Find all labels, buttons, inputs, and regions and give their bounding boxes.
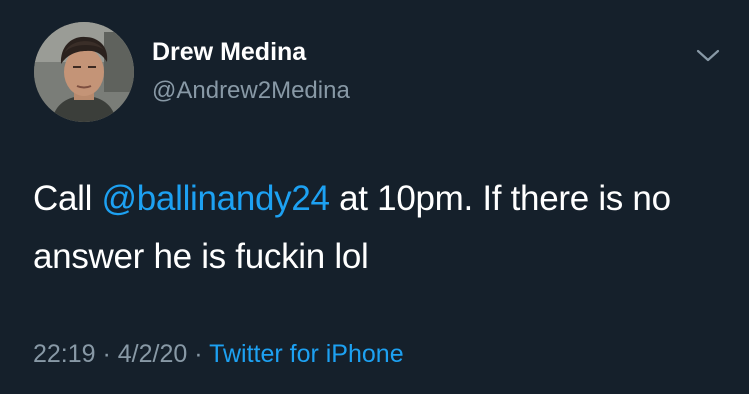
meta-separator: · — [187, 340, 210, 368]
tweet-time[interactable]: 22:19 — [33, 340, 96, 368]
chevron-down-icon[interactable] — [694, 44, 722, 66]
avatar[interactable] — [34, 22, 134, 122]
user-handle[interactable]: @Andrew2Medina — [152, 76, 350, 106]
profile-photo — [34, 22, 134, 122]
tweet-source-link[interactable]: Twitter for iPhone — [209, 340, 404, 368]
mention-link[interactable]: @ballinandy24 — [102, 179, 330, 218]
tweet-text: Call @ballinandy24 at 10pm. If there is … — [33, 170, 723, 286]
tweet-date[interactable]: 4/2/20 — [118, 340, 188, 368]
tweet-card: Drew Medina @Andrew2Medina Call @ballina… — [0, 0, 749, 394]
tweet-text-before: Call — [33, 179, 102, 218]
tweet-meta: 22:19 · 4/2/20 · Twitter for iPhone — [33, 338, 404, 370]
display-name[interactable]: Drew Medina — [152, 37, 306, 67]
meta-separator: · — [95, 340, 118, 368]
